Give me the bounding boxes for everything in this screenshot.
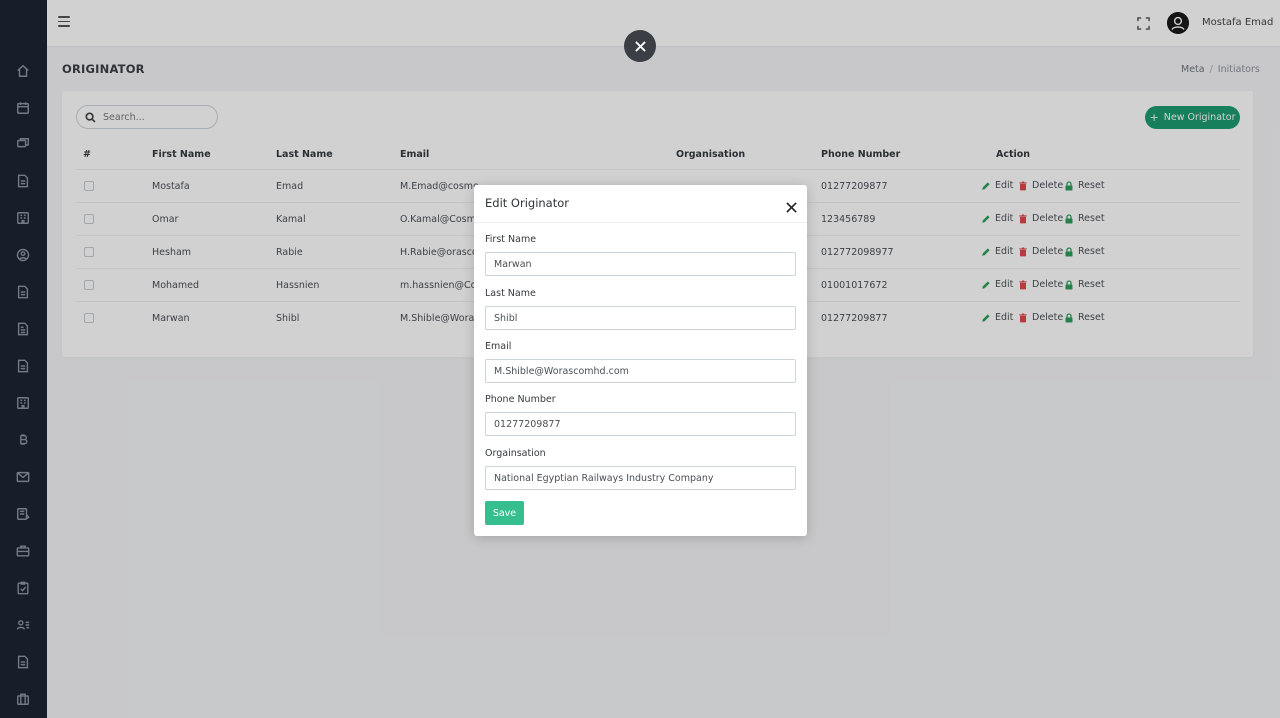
modal-title: Edit Originator [485,196,570,210]
phone-number-field[interactable] [485,412,796,436]
organisation-label: Orgainsation [485,448,546,459]
organisation-field[interactable] [485,466,796,490]
modal-header: Edit Originator [474,185,807,223]
phone-number-label: Phone Number [485,394,556,405]
edit-originator-modal: Edit Originator First Name Last Name Ema… [474,185,807,536]
last-name-field[interactable] [485,306,796,330]
first-name-field[interactable] [485,252,796,276]
close-icon [634,40,646,52]
backdrop-close-button[interactable] [624,30,656,62]
email-field[interactable] [485,359,796,383]
close-icon [786,202,797,213]
last-name-label: Last Name [485,288,536,299]
email-label: Email [485,341,512,352]
first-name-label: First Name [485,234,537,245]
save-button[interactable]: Save [485,501,524,525]
modal-close-button[interactable] [786,198,797,213]
